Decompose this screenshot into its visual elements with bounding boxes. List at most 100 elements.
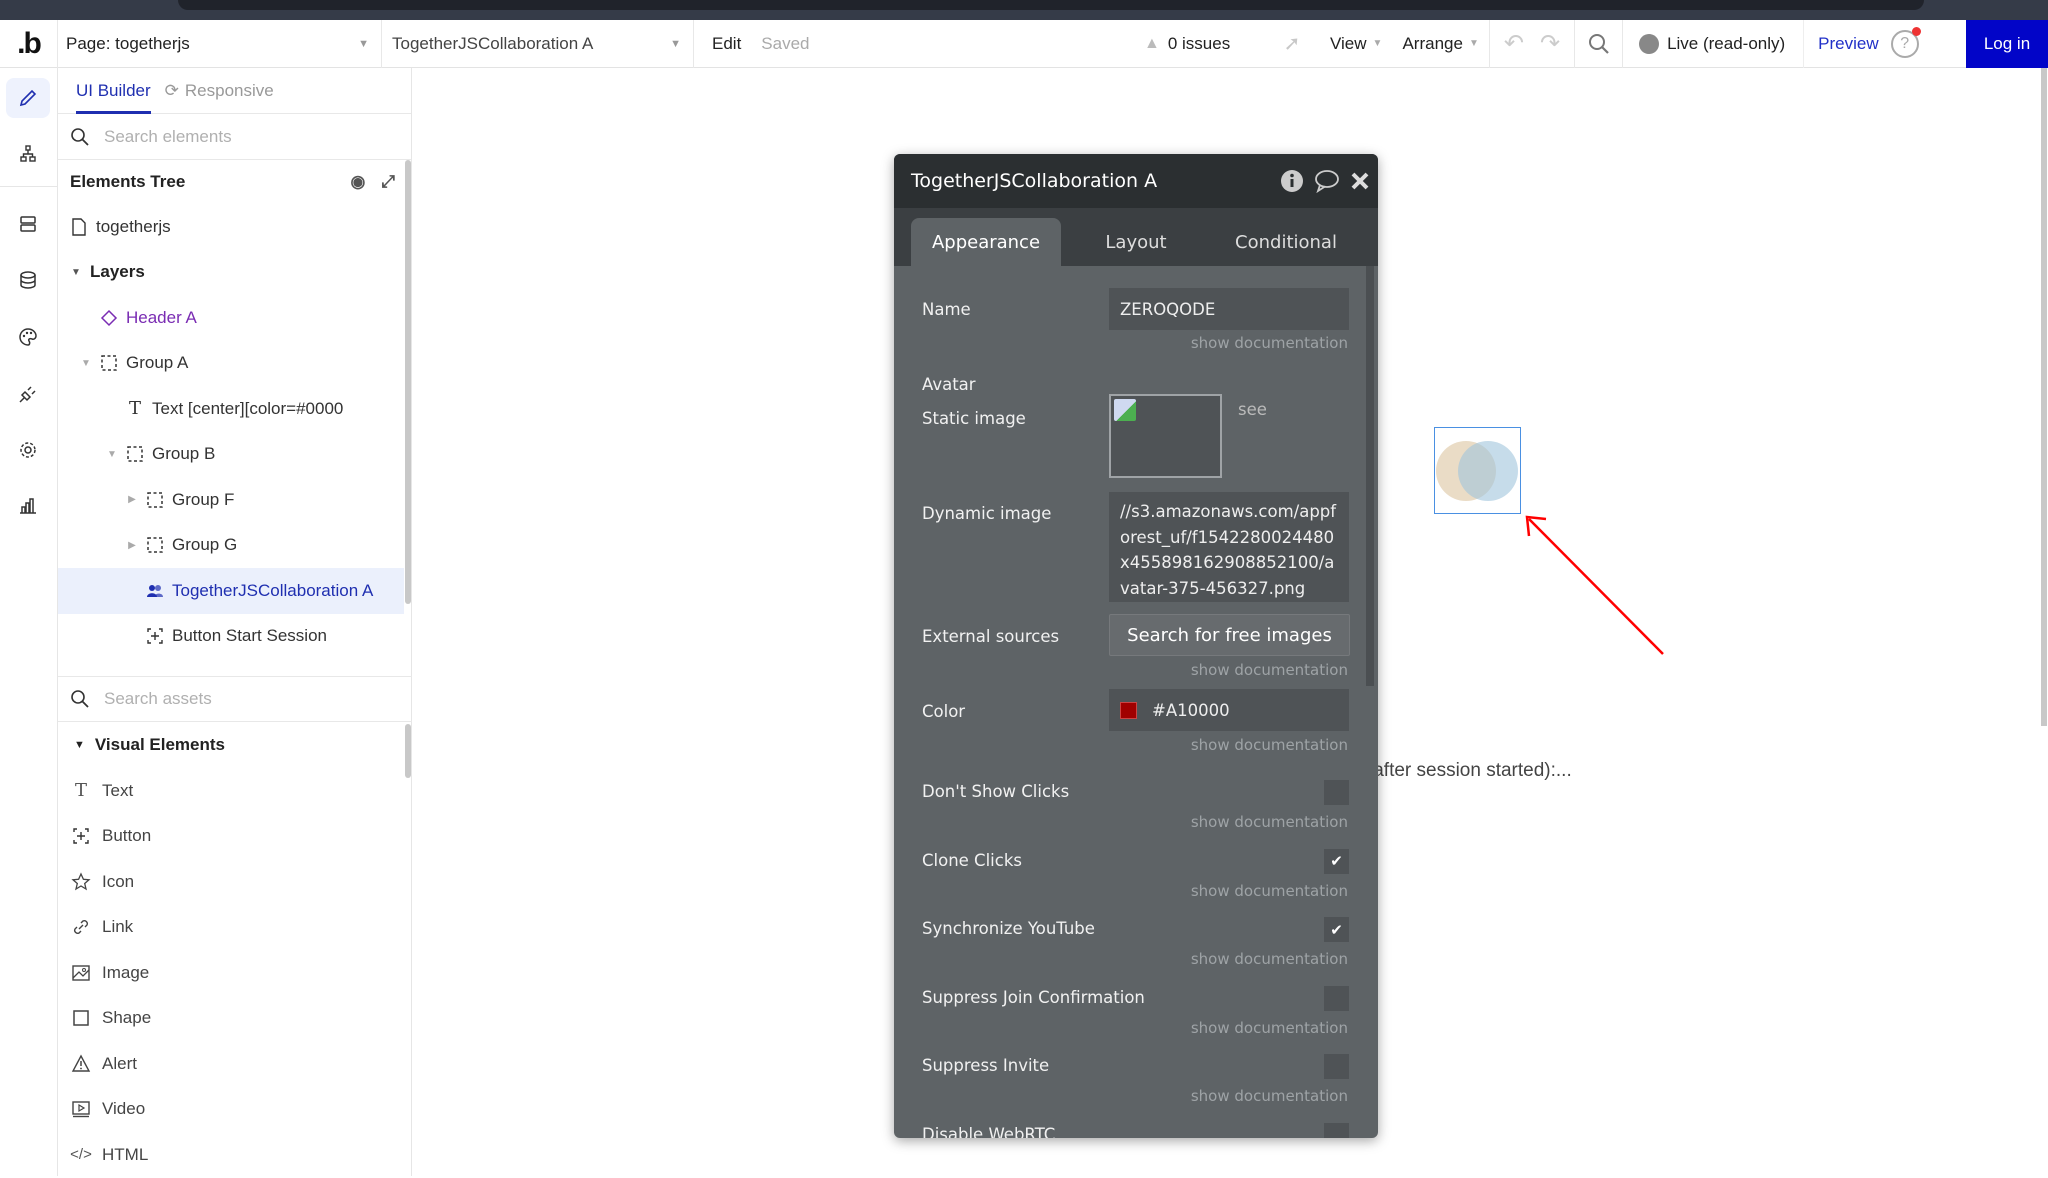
asset-item-shape[interactable]: Shape	[58, 996, 412, 1042]
info-icon[interactable]	[1280, 169, 1304, 193]
bubble-logo[interactable]: .b	[0, 19, 58, 68]
asset-item-label: Video	[102, 1099, 146, 1119]
live-version-selector[interactable]: Live (read-only)	[1623, 19, 1805, 68]
tree-item[interactable]: TogetherJSCollaboration A	[58, 568, 404, 614]
tree-item[interactable]: ▶ Group G	[58, 523, 404, 569]
asset-item-icon[interactable]: Icon	[58, 859, 412, 905]
show-documentation-link[interactable]: show documentation	[1191, 1087, 1348, 1105]
show-documentation-link[interactable]: show documentation	[1191, 950, 1348, 968]
group-icon	[146, 491, 164, 509]
search-button[interactable]	[1575, 19, 1624, 68]
tree-item[interactable]: ▼ Group B	[58, 432, 404, 478]
undo-icon[interactable]: ↶	[1504, 29, 1524, 58]
tab-appearance[interactable]: Appearance	[911, 218, 1061, 266]
workflow-tab-button[interactable]	[6, 134, 50, 174]
element-selector-label: TogetherJSCollaboration A	[392, 33, 594, 53]
tab-ui-builder[interactable]: UI Builder	[76, 68, 151, 114]
see-link[interactable]: see	[1238, 400, 1267, 419]
tree-item[interactable]: Header A	[58, 295, 404, 341]
browser-url-bar[interactable]	[178, 0, 1924, 10]
data-tab-button[interactable]	[6, 204, 50, 244]
logs-tab-button[interactable]	[6, 486, 50, 526]
caret-right-icon[interactable]: ▶	[126, 494, 138, 505]
assets-scrollbar[interactable]	[405, 724, 411, 778]
tree-item[interactable]: T Text [center][color=#0000	[58, 386, 404, 432]
property-editor-header[interactable]: TogetherJSCollaboration A	[894, 154, 1378, 208]
sidebar-rail	[0, 68, 58, 1176]
comment-icon[interactable]	[1314, 169, 1340, 193]
chevron-down-icon: ▼	[1468, 38, 1479, 49]
live-label: Live (read-only)	[1667, 33, 1786, 53]
element-selector[interactable]: TogetherJSCollaboration A ▼	[382, 19, 694, 68]
pointer-icon[interactable]: ➚	[1264, 31, 1320, 56]
help-icon: ?	[1900, 34, 1910, 52]
tree-scrollbar[interactable]	[405, 160, 411, 604]
show-documentation-link[interactable]: show documentation	[1191, 736, 1348, 754]
dynamic-image-field[interactable]: //s3.amazonaws.com/appforest_uf/f1542280…	[1109, 492, 1349, 602]
help-button[interactable]: ?	[1890, 26, 1921, 58]
static-image-uploader[interactable]	[1109, 394, 1222, 478]
asset-item-image[interactable]: Image	[58, 950, 412, 996]
sitemap-icon	[20, 145, 36, 162]
view-menu[interactable]: View ▼	[1320, 34, 1392, 54]
caret-right-icon[interactable]: ▶	[126, 540, 138, 551]
search-assets-field[interactable]: Search assets	[58, 676, 412, 722]
caret-down-icon[interactable]: ▼	[70, 267, 82, 278]
canvas-scrollbar[interactable]	[2041, 68, 2047, 726]
tree-item[interactable]: ▼ Group A	[58, 341, 404, 387]
show-documentation-link[interactable]: show documentation	[1191, 882, 1348, 900]
asset-item-video[interactable]: Video	[58, 1087, 412, 1133]
caret-down-icon[interactable]: ▼	[80, 358, 92, 369]
search-icon	[71, 690, 89, 708]
search-free-images-button[interactable]: Search for free images	[1109, 614, 1350, 656]
asset-item-alert[interactable]: Alert	[58, 1041, 412, 1087]
name-field[interactable]: ZEROQODE	[1109, 288, 1349, 330]
design-tab-button[interactable]	[6, 78, 50, 118]
checkbox[interactable]	[1324, 985, 1349, 1011]
show-documentation-link[interactable]: show documentation	[1191, 661, 1348, 679]
preview-button[interactable]: Preview	[1804, 34, 1890, 54]
togetherjs-element-selected[interactable]	[1434, 427, 1521, 514]
show-documentation-link[interactable]: show documentation	[1191, 334, 1348, 352]
caret-down-icon[interactable]: ▼	[106, 449, 118, 460]
asset-item-html[interactable]: </> HTML	[58, 1132, 412, 1178]
asset-item-link[interactable]: Link	[58, 905, 412, 951]
arrange-menu[interactable]: Arrange ▼	[1392, 34, 1488, 54]
show-documentation-link[interactable]: show documentation	[1191, 1019, 1348, 1037]
styles-tab-button[interactable]	[6, 317, 50, 357]
issues-button[interactable]: ▲ 0 issues	[1144, 34, 1264, 54]
tree-item[interactable]: togetherjs	[58, 204, 404, 250]
redo-icon[interactable]: ↷	[1540, 29, 1560, 58]
tab-conditional[interactable]: Conditional	[1211, 218, 1361, 266]
tab-responsive[interactable]: ⟳ Responsive	[165, 81, 274, 101]
property-editor-title: TogetherJSCollaboration A	[911, 170, 1158, 192]
asset-item-text[interactable]: T Text	[58, 768, 412, 814]
tree-item[interactable]: ▼ Layers	[58, 250, 404, 296]
checkmark-icon: ✔	[1330, 852, 1343, 870]
expand-icon[interactable]: ⤢	[381, 172, 395, 192]
visual-elements-header[interactable]: ▼ Visual Elements	[58, 722, 412, 768]
eye-icon[interactable]: ◉	[351, 172, 366, 192]
checkbox[interactable]: ✔	[1324, 848, 1349, 874]
login-button[interactable]: Log in	[1966, 19, 2048, 68]
settings-tab-button[interactable]	[6, 430, 50, 470]
tab-layout[interactable]: Layout	[1061, 218, 1211, 266]
plugins-tab-button[interactable]	[6, 374, 50, 414]
tree-item[interactable]: ▶ Group F	[58, 477, 404, 523]
edit-menu[interactable]: Edit	[712, 34, 741, 54]
tree-item[interactable]: Button Start Session	[58, 614, 404, 660]
asset-item-button[interactable]: Button	[58, 814, 412, 860]
close-icon[interactable]	[1350, 171, 1370, 191]
search-elements-field[interactable]: Search elements	[58, 114, 411, 160]
checkbox[interactable]: ✔	[1324, 917, 1349, 942]
checkbox[interactable]	[1324, 1054, 1349, 1079]
checkbox-label: Synchronize YouTube	[922, 919, 1095, 938]
group-icon	[146, 536, 164, 554]
show-documentation-link[interactable]: show documentation	[1191, 813, 1348, 831]
page-selector[interactable]: Page: togetherjs ▼	[58, 19, 382, 68]
checkbox[interactable]	[1324, 780, 1349, 805]
database-tab-button[interactable]	[6, 260, 50, 300]
color-picker-field[interactable]: #A10000	[1109, 689, 1349, 731]
avatar-label: Avatar	[922, 375, 976, 394]
checkbox[interactable]	[1324, 1122, 1349, 1138]
